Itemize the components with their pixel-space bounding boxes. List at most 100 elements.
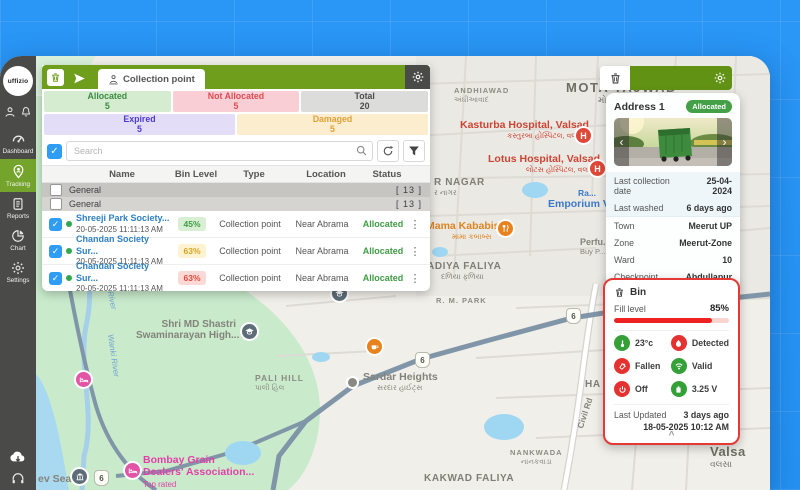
dashboard-icon (11, 131, 26, 146)
carousel-prev-button[interactable]: ‹ (614, 118, 629, 166)
bin-tab-button[interactable] (47, 69, 64, 86)
battery-sensor: 3.25 V (671, 381, 729, 397)
hotel-icon[interactable] (125, 463, 140, 478)
sardar-heights-poi-dot[interactable] (348, 378, 357, 387)
map-label-bombay-grain: Bombay GrainDealers' Association... Top … (143, 454, 254, 490)
select-all-checkbox[interactable]: ✓ (47, 144, 62, 159)
museum-icon[interactable] (72, 469, 87, 484)
hotel-icon[interactable] (76, 372, 91, 387)
row-name-link[interactable]: Shreeji Park Society... (76, 213, 169, 223)
settings-gear-icon (11, 261, 25, 275)
fill-level-value: 85% (710, 303, 729, 314)
collection-point-icon (108, 74, 119, 85)
fire-sensor: Detected (671, 335, 729, 351)
hospital-icon[interactable]: H (590, 161, 605, 176)
user-icon[interactable] (4, 106, 16, 118)
headset-support-icon[interactable] (10, 472, 26, 486)
group-checkbox[interactable] (50, 184, 62, 196)
sidebar-item-tracking[interactable]: Tracking (0, 159, 36, 192)
sidebar-item-chart[interactable]: Chart (0, 224, 36, 256)
panel-settings-button[interactable] (405, 65, 430, 89)
table-row[interactable]: ✓ Chandan Society Sur...20-05-2025 11:11… (42, 265, 430, 291)
row-name-link[interactable]: Chandan Society Sur... (76, 234, 149, 256)
last-updated-row: Last Updated 3 days ago (614, 405, 729, 420)
map-label-nankwada: NANKWADAનાનકવાડા (510, 448, 563, 467)
filter-button[interactable] (403, 140, 425, 162)
column-type[interactable]: Type (218, 169, 290, 180)
map-label-shastri-school: Shri MD ShastriSwaminarayan High... (136, 319, 236, 341)
collection-point-panel: Collection point Allocated5 Not Allocate… (42, 65, 430, 291)
route-6-shield: 6 (566, 308, 581, 324)
bin-status-card: Bin Fill level 85% 23°c Detected Fallen (603, 278, 740, 445)
hospital-icon[interactable]: H (576, 128, 591, 143)
fill-level-bar (614, 318, 729, 323)
tab-collection-point[interactable]: Collection point (98, 69, 205, 89)
map-label-rm-park: R. M. PARK (436, 296, 487, 305)
carousel-next-button[interactable]: › (717, 118, 732, 166)
fallen-sensor: Fallen (614, 358, 669, 374)
group-row[interactable]: General [ 13 ] (42, 183, 430, 197)
allocated-badge: Allocated (686, 100, 732, 113)
map-label-sardar-heights: Sardar Heightsસરદાર હાઈટ્સ (363, 371, 438, 393)
power-sensor: Off (614, 381, 669, 397)
bin-level-badge: 63% (178, 244, 205, 258)
row-checkbox[interactable]: ✓ (49, 245, 62, 258)
search-input[interactable] (66, 141, 373, 161)
field-ward: Ward10 (614, 251, 732, 268)
temperature-sensor: 23°c (614, 335, 669, 351)
trash-icon (50, 72, 61, 83)
map-label-valsad: Valsaવલસા (710, 444, 746, 470)
bin-level-badge: 45% (178, 217, 205, 231)
cafe-icon[interactable] (367, 339, 382, 354)
sidebar-item-reports[interactable]: Reports (0, 192, 36, 224)
row-menu-button[interactable]: ⋮ (408, 272, 422, 285)
row-status: Allocated (358, 273, 408, 283)
column-location[interactable]: Location (290, 169, 362, 180)
restaurant-icon[interactable] (498, 221, 513, 236)
column-name[interactable]: Name (70, 169, 174, 180)
bin-card-title: Bin (630, 287, 646, 298)
field-zone: ZoneMeerut-Zone (614, 234, 732, 251)
school-icon[interactable] (242, 324, 257, 339)
field-last-collection-date: Last collection date25-04-2024 (614, 172, 732, 199)
report-document-icon (11, 197, 25, 211)
collection-panel-header: Collection point (42, 65, 430, 89)
row-checkbox[interactable]: ✓ (49, 272, 62, 285)
map-label-mama-kababis: Mama Kababisમામા કબાબ્સ (426, 220, 500, 242)
bin-detail-tab[interactable] (600, 66, 630, 90)
refresh-button[interactable] (377, 140, 399, 162)
row-status: Allocated (358, 246, 408, 256)
table-header: Name Bin Level Type Location Status (42, 165, 430, 183)
map-label-pali-hill: PALI HILLપાલી હિલ (255, 373, 304, 393)
column-bin-level[interactable]: Bin Level (174, 169, 218, 180)
row-checkbox[interactable]: ✓ (49, 218, 62, 231)
column-status[interactable]: Status (362, 169, 412, 180)
group-checkbox[interactable] (50, 198, 62, 210)
row-type: Collection point (214, 273, 286, 283)
battery-icon (671, 381, 687, 397)
flame-icon (671, 335, 687, 351)
navigation-arrow-icon[interactable] (73, 72, 86, 85)
detail-settings-button[interactable] (714, 72, 726, 84)
app-window: ANDHIAWADઅંધીઆવાદ MOTA TAJWADમોતા Kastur… (0, 56, 770, 490)
stats-row-1: Allocated5 Not Allocated5 Total20 (42, 89, 430, 113)
cloud-download-icon[interactable] (9, 450, 27, 464)
row-name-link[interactable]: Chandan Society Sur... (76, 261, 149, 283)
bin-photo-carousel: ‹ › (614, 118, 732, 166)
sidebar-item-settings[interactable]: Settings (0, 256, 36, 288)
pie-chart-icon (11, 229, 25, 243)
thermometer-icon (614, 335, 630, 351)
row-menu-button[interactable]: ⋮ (408, 218, 422, 231)
route-6-shield: 6 (94, 470, 109, 486)
app-logo[interactable]: uffizio (3, 66, 33, 96)
bell-icon[interactable] (20, 106, 32, 118)
sidebar-item-dashboard[interactable]: Dashboard (0, 126, 36, 159)
tracking-pin-icon (11, 164, 26, 179)
group-count: [ 13 ] (396, 185, 422, 195)
collapse-chevron[interactable]: ^ (614, 432, 729, 440)
sidebar-nav: Dashboard Tracking Reports Chart Setting… (0, 126, 36, 288)
fallen-bin-icon (614, 358, 630, 374)
address-title: Address 1 (614, 101, 665, 113)
row-menu-button[interactable]: ⋮ (408, 245, 422, 258)
group-row[interactable]: General [ 13 ] (42, 197, 430, 211)
